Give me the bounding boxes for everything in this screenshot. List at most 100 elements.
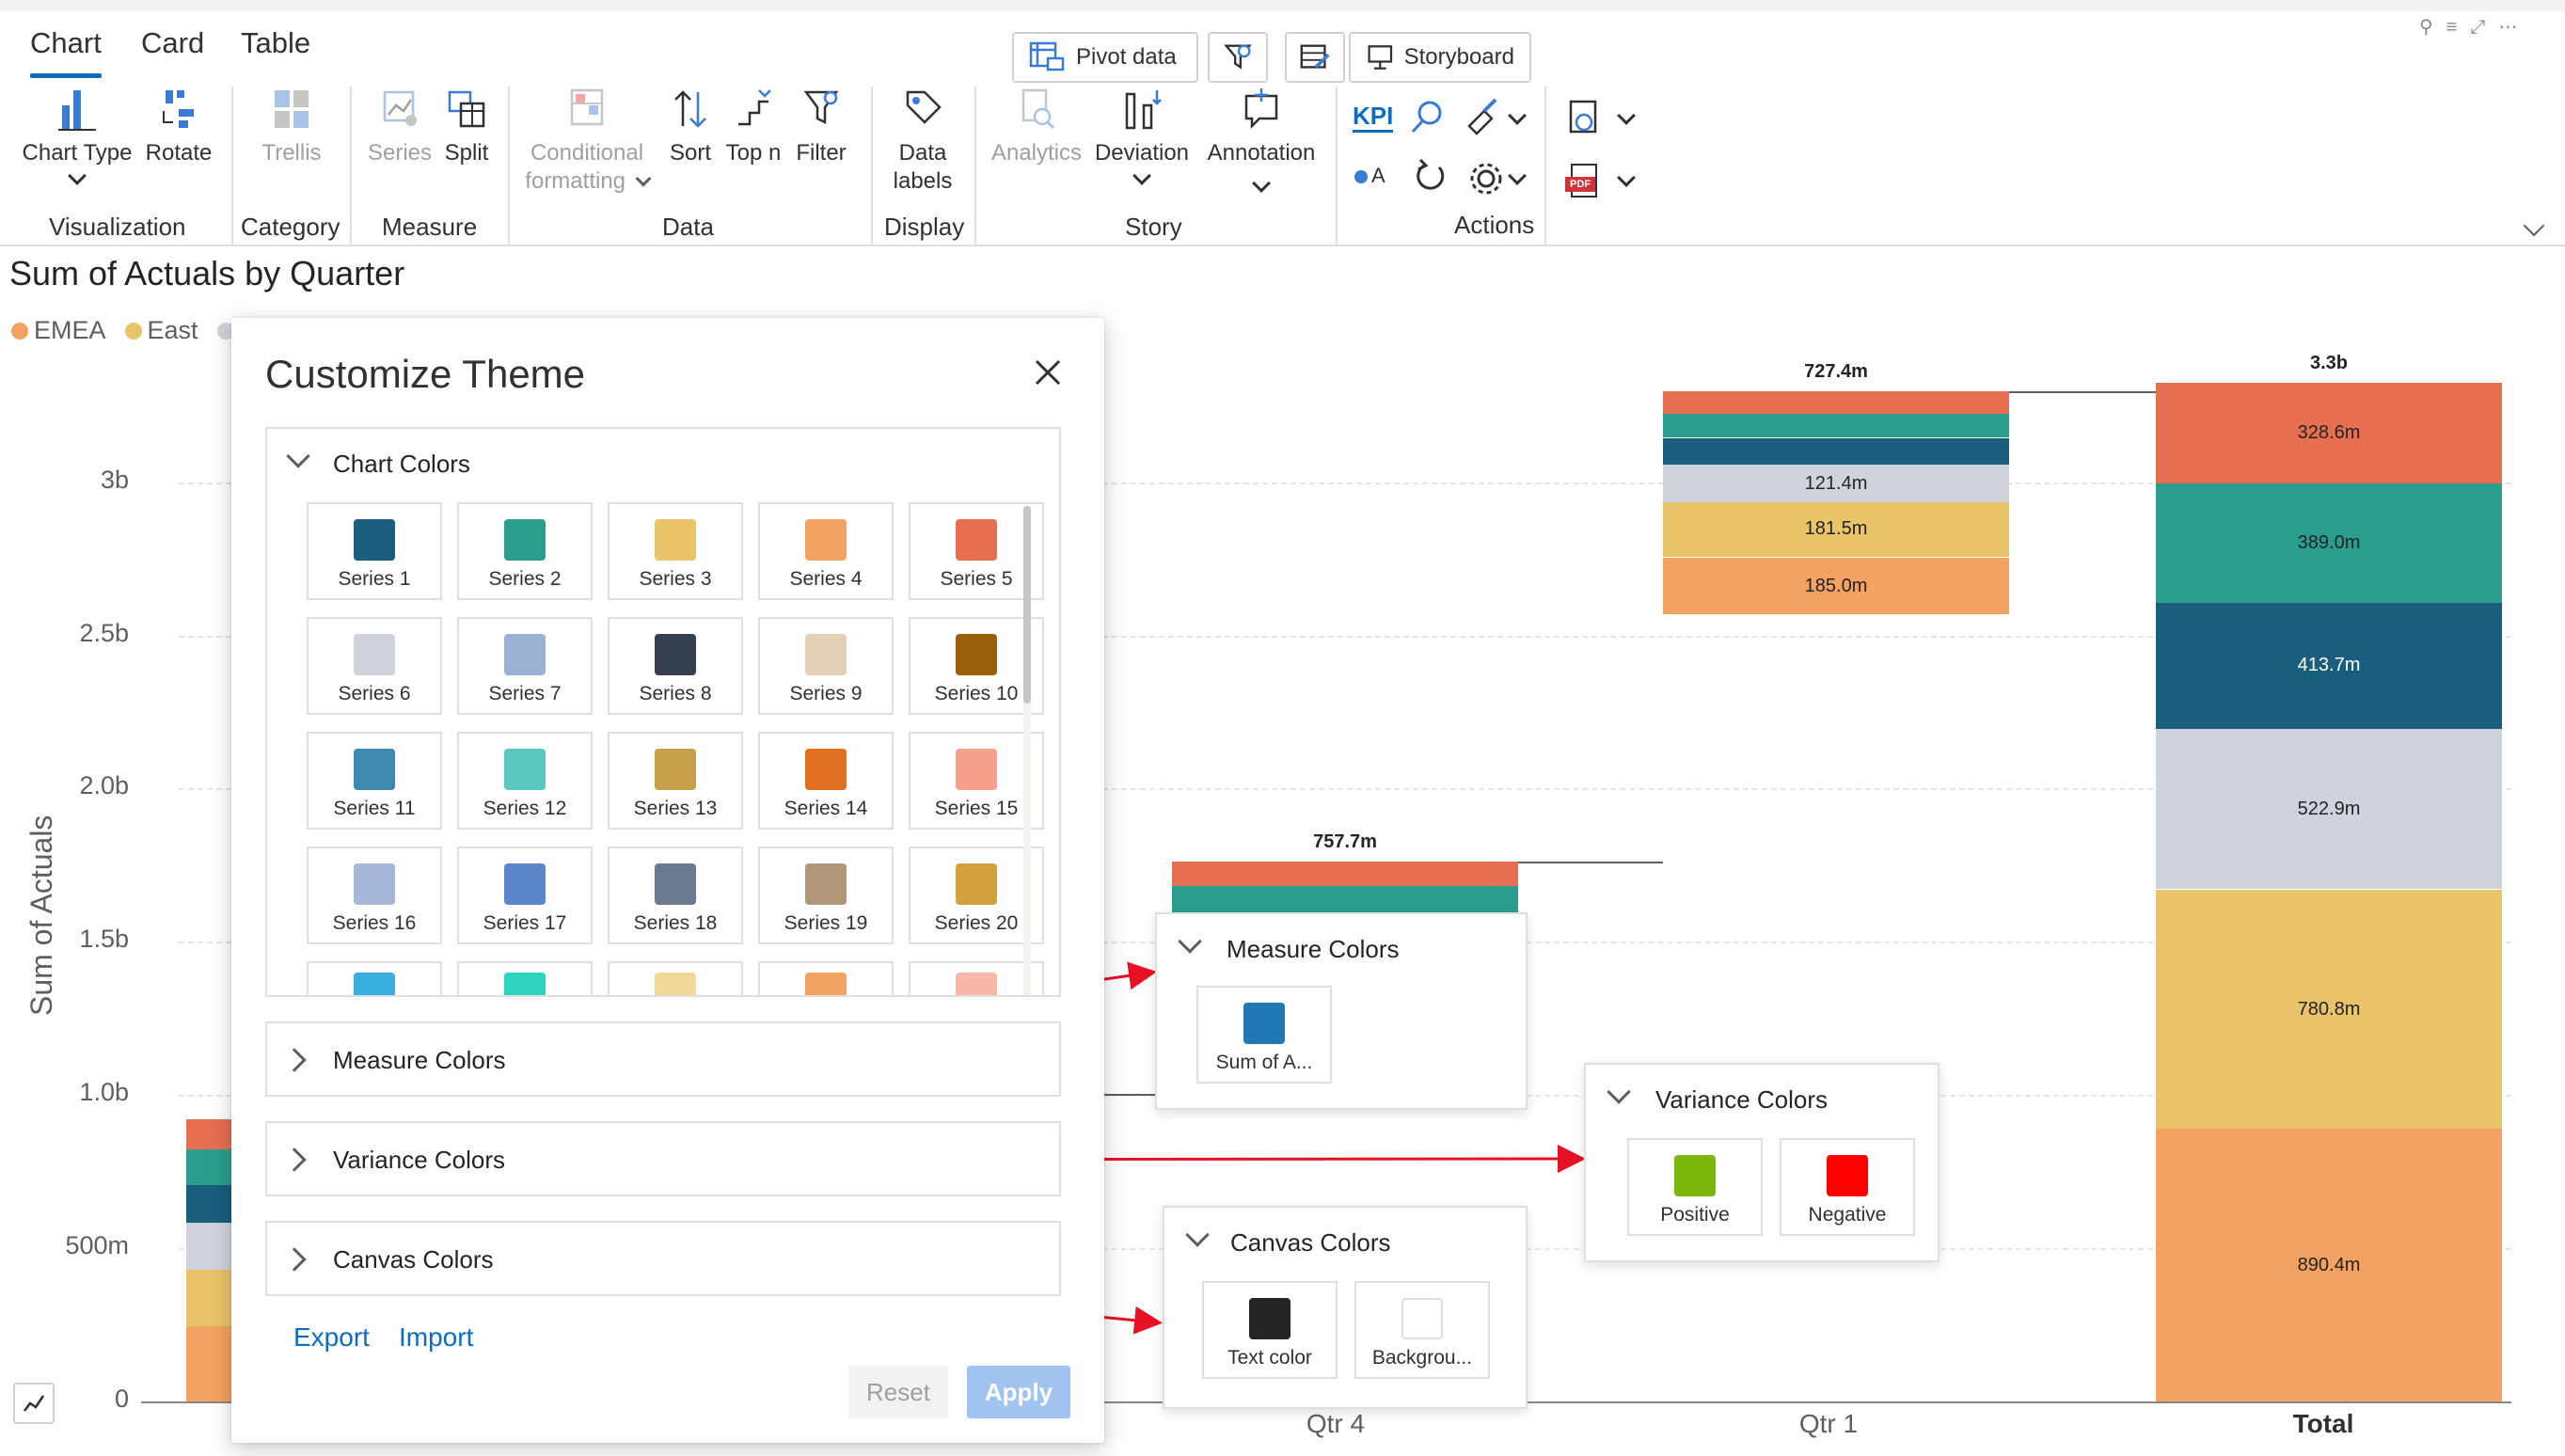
- series-swatch-cell[interactable]: Series 11: [307, 732, 442, 830]
- series-swatch-cell[interactable]: Series 1: [307, 502, 442, 600]
- color-swatch: [655, 749, 696, 790]
- color-swatch: [655, 634, 696, 675]
- color-swatch: [1827, 1155, 1868, 1196]
- series-swatch-cell[interactable]: Series 19: [758, 847, 894, 944]
- swatch-label: Series 2: [488, 568, 562, 590]
- positive-swatch-cell[interactable]: Positive: [1627, 1138, 1763, 1236]
- series-swatch-cell[interactable]: Series 3: [608, 502, 743, 600]
- series-swatch-cell[interactable]: Series 9: [758, 617, 894, 715]
- measure-swatch-cell[interactable]: Sum of A...: [1196, 986, 1332, 1084]
- series-swatch-cell[interactable]: Series 8: [608, 617, 743, 715]
- swatch-label: Backgrou...: [1371, 1347, 1473, 1369]
- canvas-colors-popup: Canvas Colors Text color Backgrou...: [1163, 1206, 1528, 1409]
- color-swatch: [805, 634, 847, 675]
- background-swatch-cell[interactable]: Backgrou...: [1354, 1281, 1490, 1379]
- swatch-label: Sum of A...: [1215, 1052, 1313, 1073]
- export-link[interactable]: Export: [293, 1322, 370, 1353]
- variance-popup-title: Variance Colors: [1655, 1085, 1829, 1114]
- swatch-label: Series 10: [934, 683, 1019, 704]
- color-swatch: [504, 519, 546, 561]
- chevron-right-icon: [282, 1147, 307, 1172]
- text-color-swatch-cell[interactable]: Text color: [1202, 1281, 1338, 1379]
- chart-colors-section: Chart Colors Series 1 Series 2 Series 3 Ser…: [265, 427, 1061, 997]
- chevron-right-icon: [282, 1247, 307, 1272]
- swatch-label: Series 9: [789, 683, 863, 704]
- series-swatch-cell[interactable]: [457, 961, 593, 995]
- color-swatch: [805, 863, 847, 905]
- series-swatch-cell[interactable]: Series 17: [457, 847, 593, 944]
- color-swatch: [956, 519, 997, 561]
- measure-colors-popup: Measure Colors Sum of A...: [1155, 912, 1528, 1110]
- import-link[interactable]: Import: [399, 1322, 473, 1353]
- swatch-label: Series 5: [940, 568, 1013, 590]
- color-swatch: [956, 863, 997, 905]
- swatch-label: Positive: [1660, 1204, 1730, 1226]
- swatch-label: Series 18: [633, 912, 718, 934]
- color-swatch: [1401, 1298, 1443, 1339]
- color-swatch: [504, 749, 546, 790]
- color-swatch: [354, 863, 395, 905]
- color-swatch: [354, 749, 395, 790]
- swatch-label: Series 19: [784, 912, 868, 934]
- color-swatch: [805, 519, 847, 561]
- scrollbar-thumb[interactable]: [1023, 506, 1031, 704]
- swatch-label: Series 6: [338, 683, 411, 704]
- color-swatch: [504, 634, 546, 675]
- series-swatch-cell[interactable]: Series 18: [608, 847, 743, 944]
- variance-colors-popup: Variance Colors Positive Negative: [1584, 1063, 1940, 1262]
- color-swatch: [956, 973, 997, 995]
- measure-popup-title: Measure Colors: [1227, 935, 1400, 963]
- swatch-label: Series 14: [784, 798, 868, 819]
- series-swatch-cell[interactable]: Series 6: [307, 617, 442, 715]
- variance-colors-section[interactable]: Variance Colors: [265, 1121, 1061, 1196]
- canvas-popup-title: Canvas Colors: [1230, 1228, 1391, 1257]
- canvas-colors-title: Canvas Colors: [333, 1245, 494, 1274]
- color-swatch: [504, 863, 546, 905]
- swatch-label: Series 11: [333, 798, 416, 819]
- color-swatch: [1243, 1003, 1285, 1044]
- swatch-label: Series 3: [639, 568, 712, 590]
- series-swatch-cell[interactable]: Series 13: [608, 732, 743, 830]
- series-swatch-cell[interactable]: Series 12: [457, 732, 593, 830]
- series-swatch-cell[interactable]: Series 7: [457, 617, 593, 715]
- negative-swatch-cell[interactable]: Negative: [1780, 1138, 1915, 1236]
- series-swatch-cell[interactable]: [307, 961, 442, 995]
- swatch-label: Series 15: [934, 798, 1019, 819]
- chevron-right-icon: [282, 1048, 307, 1072]
- series-swatch-cell[interactable]: Series 16: [307, 847, 442, 944]
- color-swatch: [504, 973, 546, 995]
- measure-colors-section[interactable]: Measure Colors: [265, 1021, 1061, 1097]
- color-swatch: [956, 634, 997, 675]
- swatch-label: Series 12: [483, 798, 567, 819]
- dialog-title: Customize Theme: [265, 352, 586, 396]
- color-swatch: [655, 973, 696, 995]
- series-swatch-cell[interactable]: Series 4: [758, 502, 894, 600]
- measure-colors-title: Measure Colors: [333, 1046, 506, 1074]
- reset-button[interactable]: Reset: [848, 1366, 948, 1418]
- color-swatch: [354, 634, 395, 675]
- chevron-down-icon[interactable]: [1607, 1080, 1631, 1104]
- chevron-down-icon[interactable]: [1185, 1223, 1210, 1247]
- swatch-label: Negative: [1808, 1204, 1887, 1226]
- series-swatch-cell[interactable]: Series 14: [758, 732, 894, 830]
- series-swatch-cell[interactable]: Series 2: [457, 502, 593, 600]
- color-swatch: [1249, 1298, 1290, 1339]
- variance-colors-title: Variance Colors: [333, 1146, 506, 1174]
- color-swatch: [655, 863, 696, 905]
- swatch-label: Series 8: [639, 683, 712, 704]
- chart-colors-title[interactable]: Chart Colors: [333, 450, 470, 479]
- series-swatch-cell[interactable]: [758, 961, 894, 995]
- chevron-down-icon[interactable]: [286, 444, 310, 468]
- app-root: Chart Card Table Pivot data Storyboard ⚲…: [0, 0, 2565, 1456]
- apply-button[interactable]: Apply: [967, 1366, 1070, 1418]
- close-icon[interactable]: [1031, 356, 1065, 389]
- color-swatch: [956, 749, 997, 790]
- swatch-label: Text color: [1227, 1347, 1312, 1369]
- canvas-colors-section[interactable]: Canvas Colors: [265, 1221, 1061, 1296]
- swatch-label: Series 17: [483, 912, 567, 934]
- color-swatch: [354, 519, 395, 561]
- color-swatch: [655, 519, 696, 561]
- chevron-down-icon[interactable]: [1178, 929, 1202, 954]
- series-swatch-cell[interactable]: [608, 961, 743, 995]
- color-swatch: [805, 973, 847, 995]
